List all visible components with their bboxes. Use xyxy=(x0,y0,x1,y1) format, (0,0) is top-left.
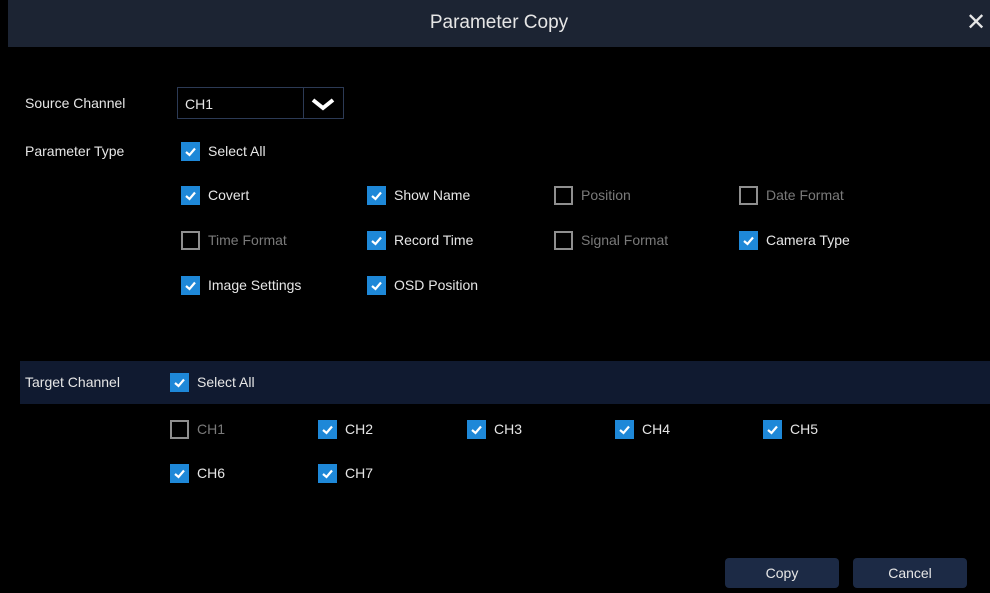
checkbox-label: Date Format xyxy=(766,187,844,203)
checkbox-box xyxy=(170,372,189,392)
checkmark-icon xyxy=(185,191,196,201)
checkbox-label: OSD Position xyxy=(394,277,479,293)
param-time-format-checkbox[interactable]: Time Format xyxy=(181,230,287,250)
checkbox-label: Image Settings xyxy=(208,277,302,293)
title-bar: Parameter Copy ✕ xyxy=(8,0,990,47)
checkbox-label: Position xyxy=(581,187,631,203)
checkbox-box xyxy=(615,419,634,439)
checkbox-box xyxy=(763,419,782,439)
checkbox-label: CH6 xyxy=(197,465,226,481)
checkmark-icon xyxy=(371,236,382,246)
target-ch2-checkbox[interactable]: CH2 xyxy=(318,419,373,439)
checkbox-label: CH7 xyxy=(345,465,374,481)
checkmark-icon xyxy=(174,469,185,479)
parameter-type-label: Parameter Type xyxy=(25,143,125,159)
checkbox-label: Show Name xyxy=(394,187,471,203)
checkbox-box xyxy=(367,185,386,205)
checkbox-label: CH4 xyxy=(642,421,671,437)
parameter-select-all-checkbox[interactable]: Select All xyxy=(181,141,266,161)
checkbox-box xyxy=(739,185,758,205)
target-select-all-checkbox[interactable]: Select All xyxy=(170,372,255,392)
source-channel-label: Source Channel xyxy=(25,95,126,111)
checkbox-box xyxy=(170,419,189,439)
checkbox-box xyxy=(554,230,573,250)
checkbox-label: Record Time xyxy=(394,232,474,248)
dialog-title: Parameter Copy xyxy=(429,12,569,33)
checkbox-label: Signal Format xyxy=(581,232,669,248)
param-show-name-checkbox[interactable]: Show Name xyxy=(367,185,470,205)
chevron-down-icon[interactable] xyxy=(303,88,343,118)
param-signal-format-checkbox[interactable]: Signal Format xyxy=(554,230,668,250)
checkbox-label: Covert xyxy=(208,187,250,203)
checkmark-icon xyxy=(743,236,754,246)
target-ch1-checkbox[interactable]: CH1 xyxy=(170,419,225,439)
param-osd-position-checkbox[interactable]: OSD Position xyxy=(367,275,478,295)
target-channel-header xyxy=(20,361,990,404)
param-record-time-checkbox[interactable]: Record Time xyxy=(367,230,473,250)
checkmark-icon xyxy=(619,425,630,435)
checkmark-icon xyxy=(371,191,382,201)
source-channel-select[interactable]: CH1 xyxy=(177,87,344,119)
checkbox-label: CH2 xyxy=(345,421,374,437)
param-position-checkbox[interactable]: Position xyxy=(554,185,631,205)
checkmark-icon xyxy=(185,147,196,157)
copy-button[interactable]: Copy xyxy=(725,558,839,588)
checkbox-box xyxy=(367,275,386,295)
checkbox-box xyxy=(554,185,573,205)
parameter-copy-dialog: Parameter Copy ✕ Source Channel CH1 Para… xyxy=(8,0,990,593)
checkbox-box xyxy=(318,463,337,483)
source-channel-value: CH1 xyxy=(185,96,214,112)
target-ch3-checkbox[interactable]: CH3 xyxy=(467,419,522,439)
checkbox-box xyxy=(739,230,758,250)
checkbox-label: Select All xyxy=(208,143,266,159)
target-ch4-checkbox[interactable]: CH4 xyxy=(615,419,670,439)
target-ch5-checkbox[interactable]: CH5 xyxy=(763,419,818,439)
checkbox-label: Camera Type xyxy=(766,232,850,248)
checkbox-label: CH5 xyxy=(790,421,819,437)
param-date-format-checkbox[interactable]: Date Format xyxy=(739,185,844,205)
checkbox-box xyxy=(181,230,200,250)
target-ch7-checkbox[interactable]: CH7 xyxy=(318,463,373,483)
checkbox-box xyxy=(181,141,200,161)
target-ch6-checkbox[interactable]: CH6 xyxy=(170,463,225,483)
checkmark-icon xyxy=(322,469,333,479)
param-covert-checkbox[interactable]: Covert xyxy=(181,185,249,205)
checkmark-icon xyxy=(371,281,382,291)
checkbox-label: CH1 xyxy=(197,421,226,437)
checkbox-label: CH3 xyxy=(494,421,523,437)
checkbox-box xyxy=(367,230,386,250)
checkmark-icon xyxy=(322,425,333,435)
checkbox-box xyxy=(181,275,200,295)
checkmark-icon xyxy=(174,378,185,388)
checkbox-box xyxy=(181,185,200,205)
checkbox-box xyxy=(170,463,189,483)
checkbox-box xyxy=(467,419,486,439)
checkmark-icon xyxy=(185,281,196,291)
checkbox-label: Time Format xyxy=(208,232,287,248)
checkmark-icon xyxy=(471,425,482,435)
checkbox-box xyxy=(318,419,337,439)
checkmark-icon xyxy=(767,425,778,435)
target-channel-label: Target Channel xyxy=(25,374,120,390)
param-camera-type-checkbox[interactable]: Camera Type xyxy=(739,230,850,250)
param-image-settings-checkbox[interactable]: Image Settings xyxy=(181,275,301,295)
cancel-button[interactable]: Cancel xyxy=(853,558,967,588)
close-icon[interactable]: ✕ xyxy=(964,8,988,38)
checkbox-label: Select All xyxy=(197,374,255,390)
